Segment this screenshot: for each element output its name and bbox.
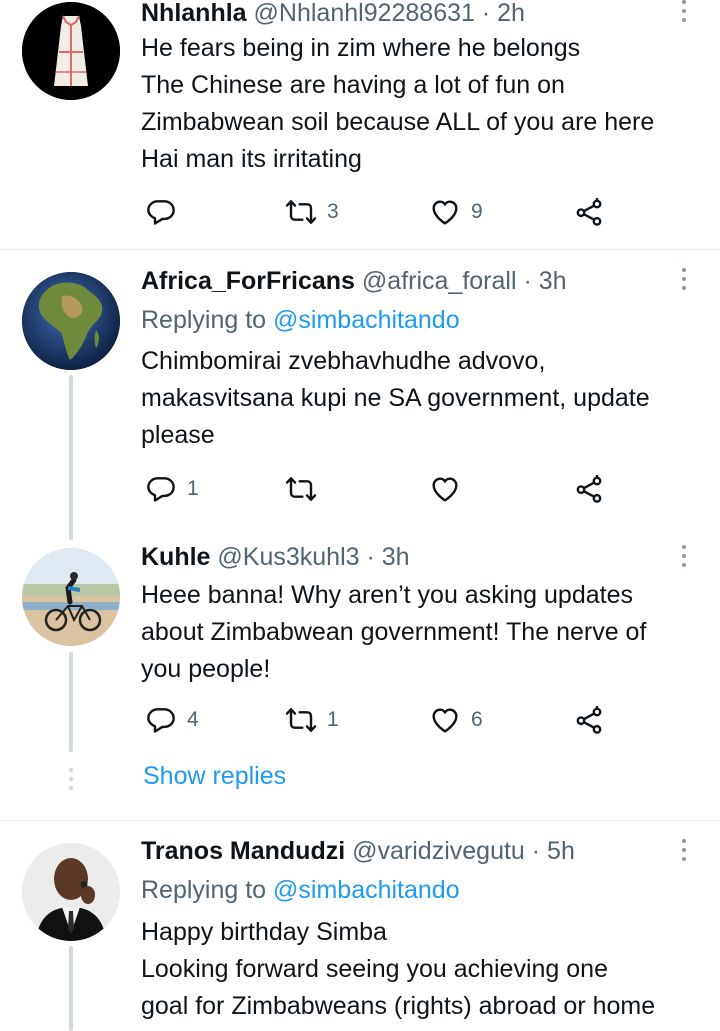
share-icon: [576, 706, 602, 734]
thread-line: [69, 652, 73, 752]
like-button[interactable]: [429, 471, 471, 507]
tweet-line: goal for Zimbabweans (rights) abroad or …: [141, 992, 656, 1020]
reply-count: 4: [187, 708, 199, 731]
handle-and-time[interactable]: @africa_forall · 3h: [362, 267, 567, 295]
reply-icon: [147, 708, 175, 733]
tweet-line: He fears being in zim where he belongs: [141, 34, 581, 62]
like-icon: [432, 477, 458, 502]
reply-button[interactable]: [145, 194, 187, 230]
tweet-text: Happy birthday Simba Looking forward see…: [141, 914, 711, 1025]
more-icon[interactable]: [680, 839, 688, 865]
tweet-line: about Zimbabwean government! The nerve o…: [141, 618, 647, 646]
like-icon: [432, 708, 458, 733]
display-name[interactable]: Tranos Mandudzi: [141, 837, 345, 865]
tweet-line: Zimbabwean soil because ALL of you are h…: [141, 108, 655, 136]
like-button[interactable]: 9: [429, 194, 483, 230]
tweet-line: Heee banna! Why aren’t you asking update…: [141, 581, 633, 609]
mention-link[interactable]: @simbachitando: [273, 306, 460, 334]
reply-icon: [147, 200, 175, 225]
handle-and-time[interactable]: @varidzivegutu · 5h: [352, 837, 575, 865]
tweet-actions: 3 9: [141, 194, 621, 230]
reply-count: 1: [187, 477, 199, 500]
share-button[interactable]: [573, 194, 605, 230]
replying-to: Replying to @simbachitando: [141, 875, 460, 905]
tweet-actions: 4 1 6: [141, 702, 621, 738]
retweet-icon: [285, 200, 317, 224]
handle-and-time[interactable]: @Nhlanhl92288631 · 2h: [254, 0, 525, 27]
share-icon: [576, 198, 602, 226]
reply-button[interactable]: 1: [145, 471, 199, 507]
display-name[interactable]: Kuhle: [141, 543, 210, 571]
display-name[interactable]: Africa_ForFricans: [141, 267, 355, 295]
tweet-line: makasvitsana kupi ne SA government, upda…: [141, 384, 650, 412]
like-count: 9: [471, 200, 483, 223]
show-replies-link[interactable]: Show replies: [143, 762, 286, 791]
retweet-icon: [285, 708, 317, 732]
tweet-line: please: [141, 421, 215, 449]
avatar[interactable]: [22, 2, 120, 100]
tweet-text: Chimbomirai zvebhavhudhe advovo, makasvi…: [141, 343, 711, 454]
like-button[interactable]: 6: [429, 702, 483, 738]
like-icon: [432, 200, 458, 225]
reply-icon: [147, 477, 175, 502]
share-button[interactable]: [573, 471, 605, 507]
tweet-text: Heee banna! Why aren’t you asking update…: [141, 577, 711, 688]
thread-continuation-dots: [69, 768, 73, 795]
retweet-button[interactable]: [285, 471, 327, 507]
tweet-text: He fears being in zim where he belongs T…: [141, 30, 711, 178]
divider: [0, 249, 720, 250]
tweet-line: Chimbomirai zvebhavhudhe advovo,: [141, 347, 546, 375]
avatar[interactable]: [22, 548, 120, 646]
thread-line: [69, 375, 73, 540]
share-button[interactable]: [573, 702, 605, 738]
reply-button[interactable]: 4: [145, 702, 199, 738]
more-icon[interactable]: [680, 545, 688, 571]
tweet-line: you people!: [141, 655, 271, 683]
more-icon[interactable]: [680, 0, 688, 26]
avatar[interactable]: [22, 272, 120, 370]
retweet-button[interactable]: 3: [285, 194, 339, 230]
tweet-line: Looking forward seeing you achieving one: [141, 955, 608, 983]
retweet-count: 3: [327, 200, 339, 223]
avatar[interactable]: [22, 843, 120, 941]
tweet-line: Hai man its irritating: [141, 145, 362, 173]
retweet-button[interactable]: 1: [285, 702, 339, 738]
more-icon[interactable]: [680, 268, 688, 294]
like-count: 6: [471, 708, 483, 731]
divider: [0, 820, 720, 821]
retweet-count: 1: [327, 708, 339, 731]
replying-label: Replying to: [141, 306, 267, 334]
display-name[interactable]: Nhlanhla: [141, 0, 247, 27]
retweet-icon: [285, 477, 317, 501]
share-icon: [576, 475, 602, 503]
handle-and-time[interactable]: @Kus3kuhl3 · 3h: [217, 543, 409, 571]
replying-label: Replying to: [141, 876, 267, 904]
tweet-actions: 1: [141, 471, 621, 507]
replying-to: Replying to @simbachitando: [141, 305, 460, 335]
tweet-line: Happy birthday Simba: [141, 918, 387, 946]
thread-line: [69, 946, 73, 1031]
mention-link[interactable]: @simbachitando: [273, 876, 460, 904]
tweet-line: The Chinese are having a lot of fun on: [141, 71, 565, 99]
